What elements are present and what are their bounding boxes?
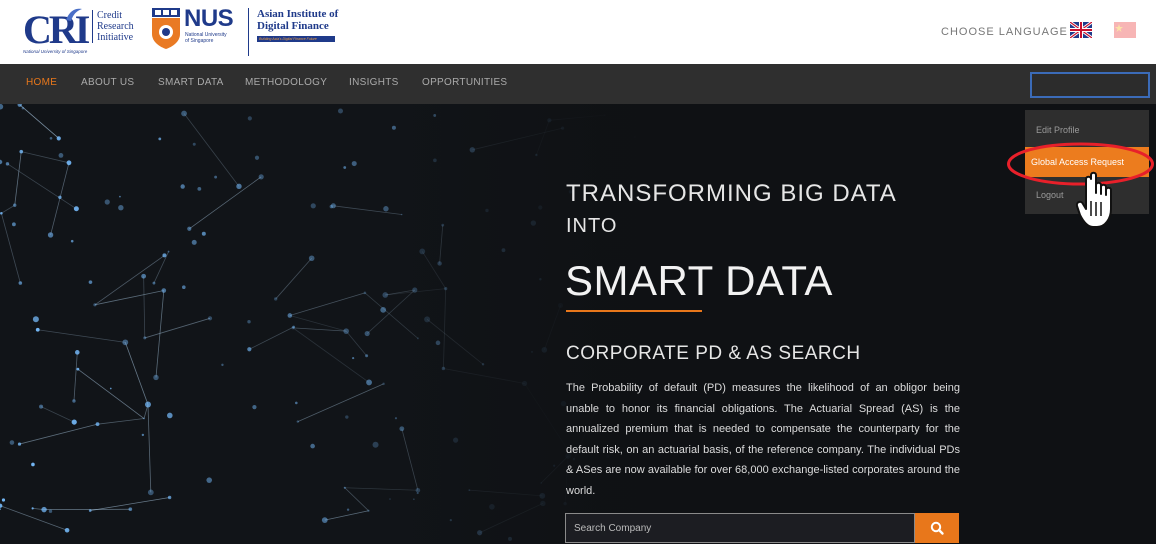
cri-line1: Credit (97, 10, 122, 21)
china-flag-star-icon (1115, 24, 1123, 32)
company-search (565, 513, 959, 543)
search-icon (930, 521, 944, 535)
hero-heading-line1: TRANSFORMING BIG DATA (566, 180, 897, 207)
aidf-line2: Digital Finance (257, 20, 329, 32)
aidf-tagline-bar: Building Asia's Digital Finance Future (257, 36, 335, 42)
nav-opportunities[interactable]: OPPORTUNITIES (422, 77, 507, 88)
cri-swoosh-icon (66, 8, 82, 21)
cri-line2: Research (97, 21, 134, 32)
cri-logo-subtext: National University of Singapore (23, 49, 88, 54)
nav-about-us[interactable]: ABOUT US (81, 77, 134, 88)
nus-subtext: National University of Singapore (185, 32, 227, 44)
aidf-tagline: Building Asia's Digital Finance Future (259, 37, 317, 41)
top-header: CRI Credit Research Initiative National … (0, 0, 1156, 64)
nus-line2: of Singapore (185, 38, 214, 44)
menu-item-edit-profile[interactable]: Edit Profile (1036, 125, 1080, 135)
search-company-input[interactable] (565, 513, 915, 543)
nus-crest-icon (152, 8, 180, 49)
nav-home[interactable]: HOME (26, 77, 57, 88)
hero-heading-line2: INTO (566, 215, 618, 237)
cri-logo[interactable]: CRI Credit Research Initiative National … (20, 6, 138, 58)
nav-methodology[interactable]: METHODOLOGY (245, 77, 327, 88)
cri-logo-text: Credit Research Initiative (92, 10, 134, 43)
hero-description: The Probability of default (PD) measures… (566, 382, 960, 497)
nav-smart-data[interactable]: SMART DATA (158, 77, 224, 88)
main-nav: HOME ABOUT US SMART DATA METHODOLOGY INS… (0, 64, 1156, 104)
hero-section: TRANSFORMING BIG DATA INTO SMART DATA CO… (0, 104, 1156, 544)
choose-language-label: CHOOSE LANGUAGE (941, 26, 1068, 38)
nav-insights[interactable]: INSIGHTS (349, 77, 399, 88)
china-flag-icon[interactable] (1114, 22, 1136, 38)
hero-heading-main: SMART DATA (565, 257, 833, 304)
aidf-title: Asian Institute of Digital Finance (257, 8, 348, 32)
aidf-logo[interactable]: Asian Institute of Digital Finance Build… (248, 8, 348, 56)
hand-pointer-icon (1075, 171, 1112, 228)
aidf-line1: Asian Institute of (257, 8, 339, 20)
nus-wordmark: NUS (184, 5, 234, 32)
uk-flag-icon[interactable] (1070, 22, 1092, 38)
menu-item-logout[interactable]: Logout (1036, 190, 1064, 200)
hero-heading-underline (566, 310, 702, 312)
user-menu-toggle[interactable] (1030, 72, 1150, 98)
cri-line3: Initiative (97, 32, 134, 43)
hero-subtitle: CORPORATE PD & AS SEARCH (566, 343, 861, 364)
nus-logo[interactable]: NUS National University of Singapore (150, 4, 250, 60)
search-button[interactable] (915, 513, 959, 543)
